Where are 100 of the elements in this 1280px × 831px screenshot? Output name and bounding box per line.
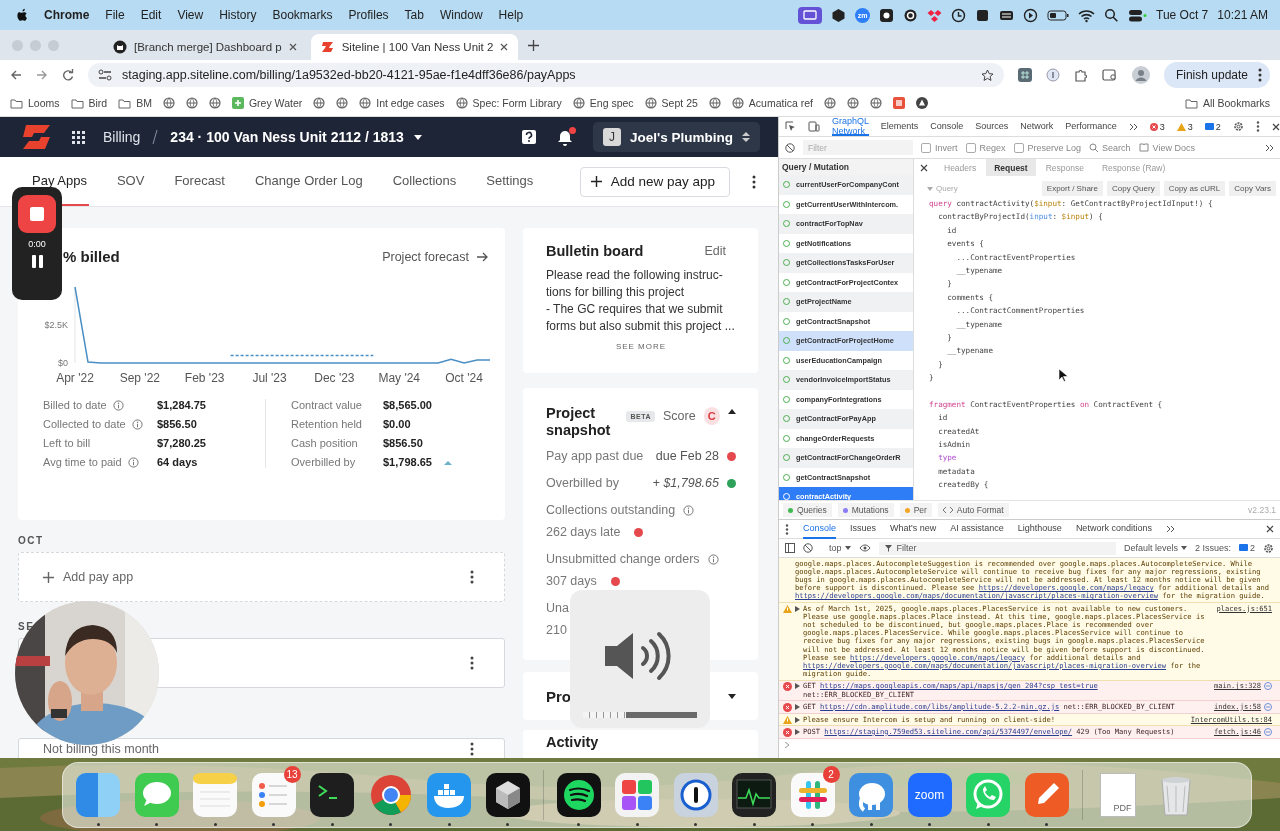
drawer-tab[interactable]: Issues	[850, 519, 877, 539]
project-selector[interactable]: 234 · 100 Van Ness Unit 2112 / 1813	[170, 129, 404, 145]
action-button[interactable]: Copy Query	[1106, 181, 1160, 196]
menu-item[interactable]: Bookmarks	[272, 8, 333, 22]
browser-tab[interactable]: [Branch merge] Dashboard p	[103, 34, 307, 60]
more-tabs-icon[interactable]	[1165, 525, 1175, 533]
pulse-chart-icon[interactable]	[731, 772, 777, 818]
cube-icon[interactable]	[831, 7, 847, 23]
drawer-tab[interactable]: Network conditions	[1075, 519, 1152, 539]
bookmark[interactable]: Int edge cases	[359, 97, 445, 109]
keyhole-icon[interactable]	[672, 772, 719, 818]
error-count[interactable]: 3	[1149, 121, 1165, 132]
globe-icon[interactable]	[185, 97, 198, 109]
type-filter[interactable]: Mutations	[837, 503, 894, 517]
square-icon[interactable]	[893, 97, 905, 109]
kebab-icon[interactable]	[752, 174, 756, 189]
warning-count[interactable]: 3	[1176, 121, 1193, 132]
drawer-tab[interactable]: Lighthouse	[1017, 519, 1062, 539]
type-filter[interactable]: Per	[899, 503, 932, 517]
type-filter[interactable]: Queries	[783, 503, 832, 517]
message-count[interactable]: 2	[1204, 121, 1221, 132]
menu-item[interactable]: File	[105, 8, 125, 22]
filter-option[interactable]: Invert	[921, 142, 958, 153]
sound-waves-icon[interactable]	[555, 772, 602, 818]
close-icon[interactable]	[920, 163, 928, 172]
page-tab[interactable]: SOV	[114, 157, 147, 206]
kebab-icon[interactable]	[1255, 121, 1260, 132]
wifi-icon[interactable]	[1078, 7, 1096, 23]
bookmark[interactable]: BM	[118, 97, 152, 109]
ring-icon[interactable]	[903, 7, 919, 23]
document-thumbnail[interactable]: PDF	[1099, 773, 1136, 817]
globe-icon[interactable]	[359, 97, 372, 109]
close-icon[interactable]	[500, 43, 509, 51]
globe-icon[interactable]	[708, 97, 721, 109]
device-icon[interactable]	[808, 121, 820, 132]
screen-share-icon[interactable]	[798, 6, 823, 24]
clear-icon[interactable]	[785, 142, 795, 153]
page-tab[interactable]: Collections	[390, 157, 459, 206]
breadcrumb-link[interactable]: Billing	[103, 129, 141, 145]
pause-icon[interactable]	[31, 255, 43, 268]
expand-caret-icon[interactable]	[728, 693, 736, 699]
menu-item[interactable]: Profiles	[348, 8, 389, 22]
puzzle-icon[interactable]	[1073, 68, 1088, 82]
sidebar-icon[interactable]	[785, 543, 795, 553]
menu-item[interactable]: Window	[439, 8, 483, 22]
circle-extension-icon[interactable]	[1045, 68, 1060, 82]
filter-field[interactable]: Filter	[803, 140, 913, 155]
filter-option[interactable]: Preserve Log	[1013, 142, 1082, 153]
apple-icon[interactable]	[14, 7, 28, 23]
close-icon[interactable]	[288, 43, 297, 51]
kebab-icon[interactable]	[785, 523, 789, 535]
bell-icon[interactable]	[557, 128, 573, 146]
apps-grid-icon[interactable]	[72, 130, 85, 144]
devtools-tab[interactable]: Network	[1020, 117, 1054, 136]
play-icon[interactable]	[1023, 7, 1039, 23]
globe-icon[interactable]	[455, 97, 468, 109]
record-icon[interactable]	[879, 7, 895, 23]
stop-button[interactable]	[18, 195, 56, 233]
drawer-tab[interactable]: AI assistance	[950, 519, 1004, 539]
page-tab[interactable]: Forecast	[172, 157, 227, 206]
menu-item[interactable]: Help	[498, 8, 524, 22]
diamond-icon[interactable]	[927, 7, 943, 23]
devtools-tab[interactable]: GraphQL Network	[832, 117, 869, 136]
bookmark[interactable]: Looms	[10, 97, 60, 109]
whale-icon[interactable]	[426, 772, 472, 818]
caret-down-icon[interactable]	[413, 134, 422, 140]
drawer-tab[interactable]: Console	[803, 519, 837, 539]
inspect-icon[interactable]	[785, 121, 796, 132]
new-tab-icon[interactable]	[528, 39, 540, 51]
devtools-tab[interactable]: Performance	[1065, 117, 1117, 136]
search-button[interactable]: Search	[1089, 142, 1131, 153]
close-icon[interactable]	[1271, 122, 1280, 131]
menu-item[interactable]: View	[177, 8, 204, 22]
bookmark[interactable]: Eng spec	[572, 97, 634, 109]
triangle-icon[interactable]	[916, 97, 928, 109]
settings-icon[interactable]	[1232, 121, 1244, 132]
app-tile[interactable]: zoom	[907, 773, 952, 817]
menu-item[interactable]: Edit	[140, 8, 162, 22]
search-icon[interactable]	[1104, 7, 1120, 23]
collapse-caret-icon[interactable]	[728, 409, 736, 414]
filter-option[interactable]: Regex	[965, 142, 1006, 153]
bookmark[interactable]: Bird	[70, 97, 108, 109]
more-tabs-icon[interactable]	[1265, 143, 1274, 152]
devtools-tab[interactable]: Sources	[975, 117, 1009, 136]
kebab-icon[interactable]	[470, 656, 474, 670]
edit-link[interactable]: Edit	[704, 244, 736, 258]
kebab-icon[interactable]	[470, 742, 474, 756]
levels-selector[interactable]: Default levels	[1123, 543, 1187, 553]
back-icon[interactable]	[10, 69, 22, 81]
devtools-tab[interactable]: Elements	[880, 117, 919, 136]
globe-icon[interactable]	[824, 97, 836, 109]
menu-item[interactable]: History	[219, 8, 257, 22]
globe-icon[interactable]	[572, 97, 585, 109]
address-bar[interactable]: staging.app.siteline.com/billing/1a9532ed-bb20-4121-95ae-f1e4dff36e86/payApps	[88, 63, 1004, 87]
issues-count[interactable]: 2	[1239, 543, 1255, 553]
globe-icon[interactable]	[162, 97, 175, 109]
menubar-time[interactable]: 10:21 AM	[1217, 8, 1268, 22]
devtools-tab[interactable]: Console	[930, 117, 964, 136]
view-docs-button[interactable]: View Docs	[1138, 142, 1195, 153]
page-tab[interactable]: Settings	[484, 157, 536, 206]
